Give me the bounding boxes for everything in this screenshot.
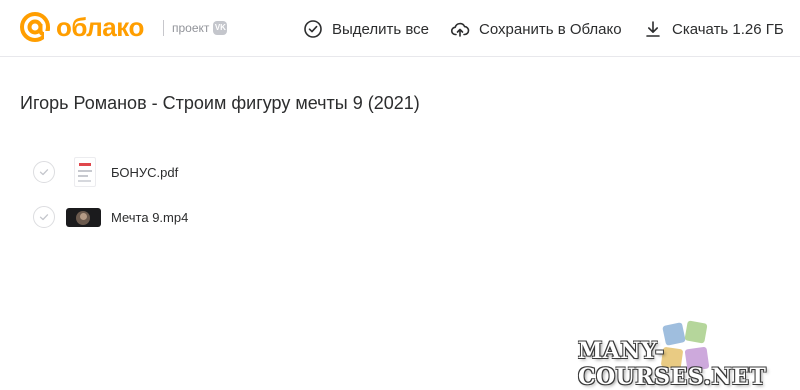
folder-title: Игорь Романов - Строим фигуру мечты 9 (2…: [20, 93, 420, 113]
select-all-button[interactable]: Выделить все: [303, 17, 429, 41]
project-link[interactable]: проект VK: [172, 20, 228, 36]
cloud-logo[interactable]: облако: [19, 11, 144, 43]
save-to-cloud-button[interactable]: Сохранить в Облако: [450, 17, 622, 41]
select-all-label: Выделить все: [332, 20, 430, 38]
video-thumbnail-icon: [66, 208, 101, 227]
checkmark-icon: [39, 169, 49, 176]
cloud-upload-icon: [450, 22, 470, 37]
download-button[interactable]: Скачать 1.26 ГБ: [643, 17, 784, 41]
file-select-checkbox[interactable]: [33, 161, 55, 183]
logo-text: облако: [56, 12, 144, 42]
watermark-text: MANY-COURSES.NET: [578, 338, 767, 390]
file-row-video-mp4[interactable]: Мечта 9.mp4: [0, 200, 800, 236]
save-to-cloud-label: Сохранить в Облако: [479, 20, 622, 38]
download-icon: [646, 21, 660, 37]
at-sign-logo-icon: [20, 12, 51, 42]
file-name[interactable]: Мечта 9.mp4: [111, 209, 188, 227]
checkmark-icon: [39, 214, 49, 221]
file-name[interactable]: БОНУС.pdf: [111, 164, 178, 182]
project-label: проект: [172, 21, 210, 35]
vk-icon: VK: [213, 21, 228, 35]
check-circle-icon: [304, 20, 322, 38]
pdf-thumbnail-icon: [74, 157, 96, 187]
download-label: Скачать 1.26 ГБ: [672, 20, 784, 38]
file-row-bonus-pdf[interactable]: БОНУС.pdf: [0, 155, 800, 191]
file-select-checkbox[interactable]: [33, 206, 55, 228]
logo-divider: [163, 20, 164, 36]
top-header: облако проект VK Выделить все Сохранить …: [0, 0, 800, 57]
